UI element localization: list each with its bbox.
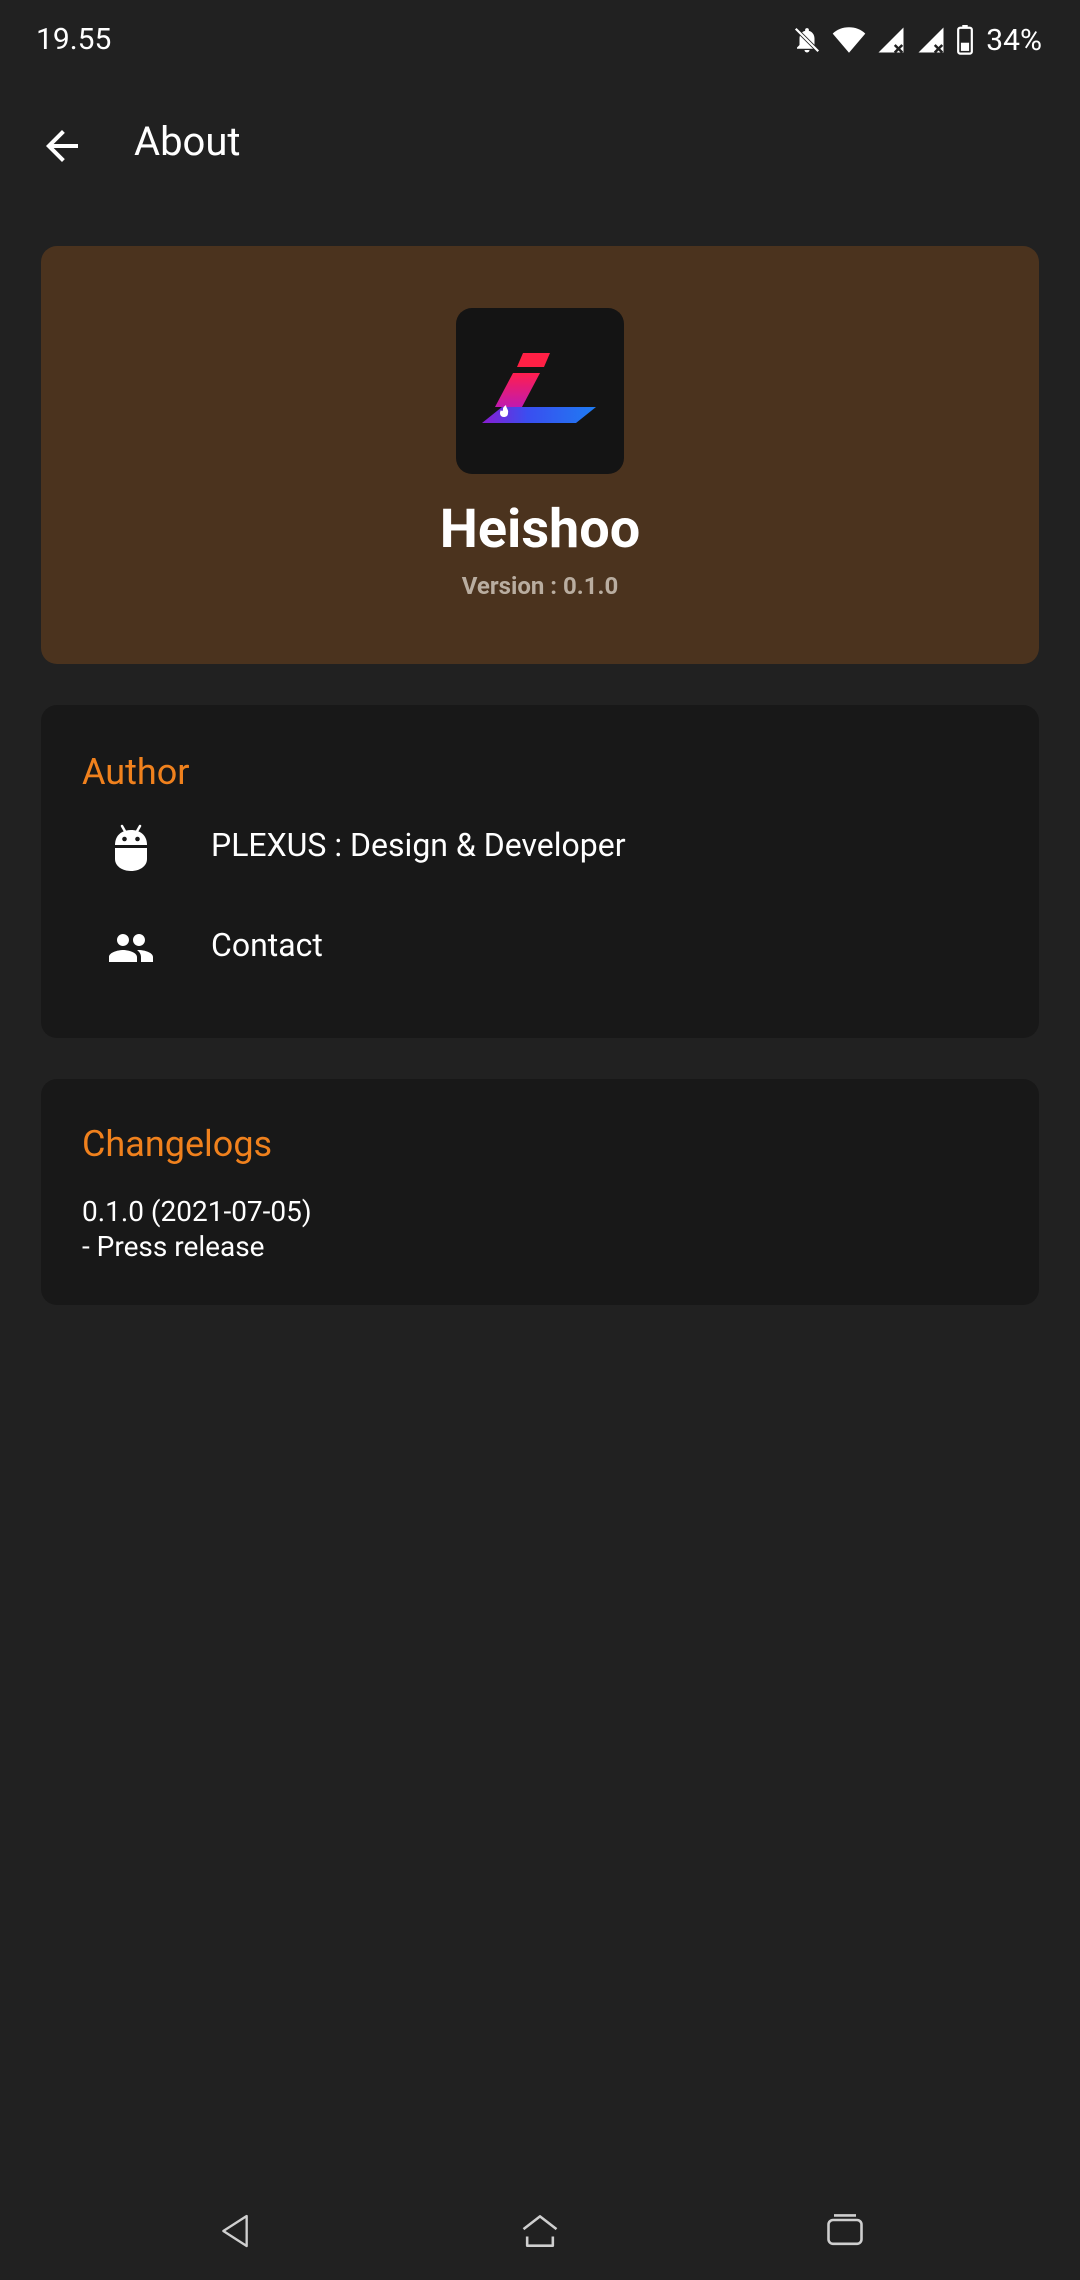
app-version: Version : 0.1.0: [461, 572, 619, 600]
author-developer-label: PLEXUS : Design & Developer: [211, 826, 626, 864]
status-time: 19.55: [36, 22, 112, 57]
status-icons: 34%: [792, 20, 1042, 60]
app-bar: About: [0, 84, 1080, 204]
arrow-back-icon: [46, 130, 78, 162]
battery-icon: [956, 25, 974, 55]
changelog-section-title: Changelogs: [82, 1123, 273, 1165]
app-name: Heishoo: [439, 498, 641, 561]
author-contact-label: Contact: [211, 926, 323, 964]
android-icon: [101, 818, 161, 878]
wifi-icon: [832, 25, 866, 55]
app-info-card: Heishoo Version : 0.1.0: [41, 246, 1039, 664]
nav-back-button[interactable]: [210, 2206, 260, 2256]
nav-home-button[interactable]: [515, 2206, 565, 2256]
nav-recents-icon: [827, 2214, 863, 2246]
app-logo-icon: [456, 308, 624, 474]
nav-home-icon: [522, 2215, 558, 2247]
author-card: Author PLEXUS : Design & Developer Conta…: [41, 705, 1039, 1038]
back-button[interactable]: [30, 114, 94, 178]
battery-percent: 34%: [986, 22, 1042, 58]
nav-back-icon: [222, 2214, 248, 2248]
signal-icon: [916, 25, 946, 55]
navigation-bar: [0, 2180, 1080, 2280]
status-bar: 19.55 34%: [0, 0, 1080, 84]
nav-recents-button[interactable]: [820, 2206, 870, 2256]
changelog-entry-version: 0.1.0 (2021-07-05): [82, 1195, 312, 1228]
page-title: About: [134, 118, 241, 165]
people-icon: [101, 918, 161, 978]
signal-icon: [876, 25, 906, 55]
author-developer-item[interactable]: PLEXUS : Design & Developer: [41, 808, 1039, 888]
mute-notifications-icon: [792, 25, 822, 55]
changelog-card: Changelogs 0.1.0 (2021-07-05) - Press re…: [41, 1079, 1039, 1305]
author-contact-item[interactable]: Contact: [41, 908, 1039, 988]
author-section-title: Author: [82, 751, 190, 793]
changelog-entry-note: - Press release: [82, 1230, 265, 1263]
